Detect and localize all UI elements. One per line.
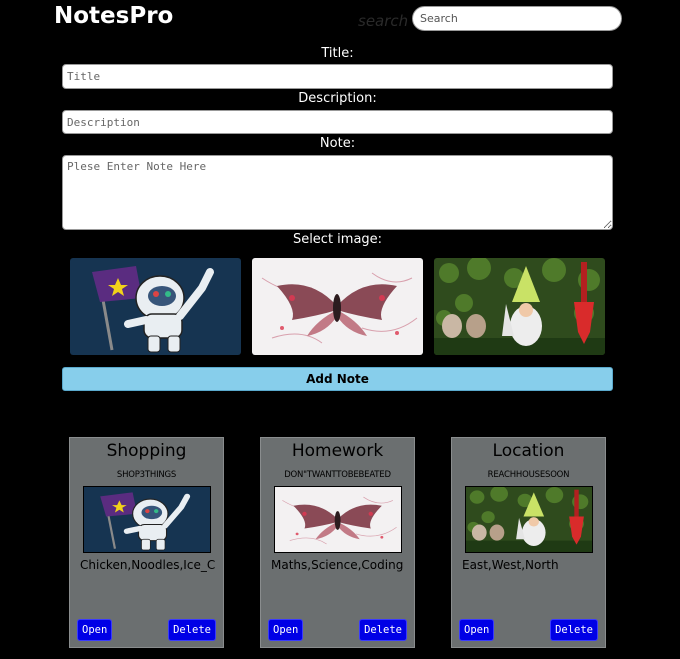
note-image — [274, 486, 402, 553]
app-brand[interactable]: NotesPro — [54, 3, 173, 29]
note-description: DON"TWANTTOBEBEATED — [284, 470, 391, 480]
search-label: search — [358, 12, 409, 30]
note-title: Shopping — [106, 441, 187, 461]
add-note-button[interactable]: Add Note — [62, 367, 613, 391]
note-description: REACHHOUSESOON — [487, 470, 570, 480]
note-text: Maths,Science,Coding — [271, 558, 404, 572]
astronaut-image — [70, 258, 241, 355]
description-label: Description: — [298, 91, 377, 106]
note-title: Homework — [291, 441, 384, 461]
image-option-gnomes[interactable] — [434, 258, 605, 355]
note-text: East,West,North — [462, 558, 559, 572]
note-image — [83, 486, 211, 553]
note-card: Location REACHHOUSESOON East,West,North … — [451, 437, 606, 648]
open-button[interactable]: Open — [268, 619, 304, 641]
note-title: Location — [492, 441, 565, 461]
title-field[interactable] — [62, 64, 613, 89]
note-description: SHOP3THINGS — [116, 470, 177, 480]
open-button[interactable]: Open — [459, 619, 495, 641]
delete-button[interactable]: Delete — [359, 619, 407, 641]
delete-button[interactable]: Delete — [550, 619, 598, 641]
image-option-astronaut[interactable] — [70, 258, 241, 355]
delete-button[interactable]: Delete — [168, 619, 216, 641]
note-card: Shopping SHOP3THINGS Chicken,Noodles,Ice… — [69, 437, 224, 648]
search-input[interactable] — [412, 6, 622, 31]
note-card: Homework DON"TWANTTOBEBEATED Maths,Scien… — [260, 437, 415, 648]
note-text: Chicken,Noodles,Ice_Cream — [80, 558, 215, 572]
note-textarea[interactable] — [62, 155, 613, 230]
image-option-moth[interactable] — [252, 258, 423, 355]
moth-image — [252, 258, 423, 355]
description-field[interactable] — [62, 110, 613, 134]
open-button[interactable]: Open — [77, 619, 113, 641]
note-label: Note: — [319, 136, 356, 151]
title-label: Title: — [321, 46, 354, 61]
gnomes-image — [434, 258, 605, 355]
select-image-label: Select image: — [292, 232, 383, 247]
note-image — [465, 486, 593, 553]
